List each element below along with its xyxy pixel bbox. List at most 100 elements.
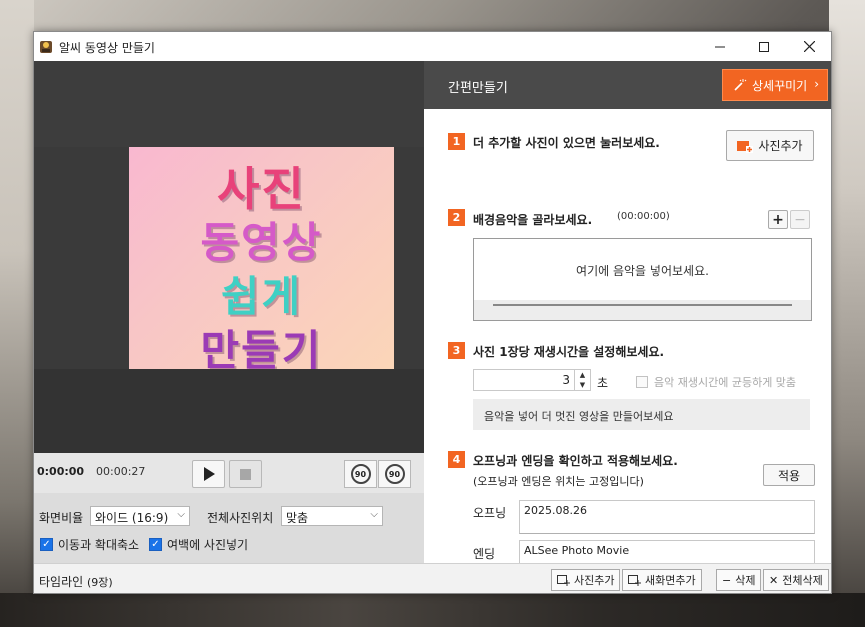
close-icon (803, 41, 815, 52)
photo-position-label: 전체사진위치 (207, 511, 274, 525)
photo-position-select[interactable]: 맞춤 ⌵ (281, 506, 383, 526)
duration-value: 3 (562, 373, 570, 387)
timeline-add-photo-button[interactable]: 사진추가 (551, 569, 621, 591)
new-screen-icon (628, 575, 641, 586)
add-new-screen-button[interactable]: 새화면추가 (622, 569, 702, 591)
spinner-arrows[interactable]: ▲ ▼ (574, 370, 590, 390)
opening-value: 2025.08.26 (524, 504, 587, 517)
delete-all-label: 전체삭제 (782, 574, 823, 587)
minimize-button[interactable] (698, 32, 742, 61)
apply-label: 적용 (777, 468, 801, 483)
app-window: 알씨 동영상 만들기 사진 동영상 쉽게 만들기 0:00:00 00:00:2… (33, 31, 832, 594)
detail-edit-button[interactable]: 상세꾸미기 › (722, 69, 828, 101)
aspect-select[interactable]: 와이드 (16:9) ⌵ (90, 506, 190, 526)
desktop-background-right (829, 0, 865, 627)
step-2-title: 배경음악을 골라보세요. (473, 213, 593, 227)
delete-button[interactable]: − 삭제 (716, 569, 762, 591)
preview-photo: 사진 동영상 쉽게 만들기 (129, 147, 394, 369)
checkmark-icon: ✓ (149, 538, 162, 551)
rotate-right-button[interactable]: 90 (378, 460, 411, 488)
current-time: 0:00:00 (37, 465, 85, 478)
options-bar: 화면비율 와이드 (16:9) ⌵ 전체사진위치 맞춤 ⌵ ✓ 이동과 확대축소… (34, 493, 424, 563)
plus-icon: + (772, 211, 784, 228)
chevron-down-icon: ⌵ (370, 509, 378, 520)
minus-icon: − (722, 573, 732, 587)
sync-music-checkbox[interactable]: 음악 재생시간에 균등하게 맞춤 (636, 374, 796, 390)
app-icon (40, 41, 52, 53)
play-button[interactable] (192, 460, 225, 488)
rotate-right-icon: 90 (384, 464, 405, 484)
remove-music-button[interactable]: − (790, 210, 810, 229)
timeline-bar: 타임라인 (9장) 사진추가 새화면추가 − 삭제 ✕ 전체삭제 (34, 563, 831, 593)
preview-letterbox-top (34, 61, 424, 147)
total-time: 00:00:27 (96, 465, 146, 478)
timeline-count: (9장) (87, 576, 113, 589)
minimize-icon (715, 46, 725, 47)
add-photo-button[interactable]: 사진추가 (726, 130, 814, 161)
apply-button[interactable]: 적용 (763, 464, 815, 486)
step-1-title: 더 추가할 사진이 있으면 눌러보세요. (473, 136, 660, 150)
photo-line-3: 쉽게 (220, 272, 303, 321)
chevron-right-icon: › (814, 77, 819, 91)
timeline-label: 타임라인 (9장) (39, 573, 113, 590)
step-4-subtitle: (오프닝과 엔딩은 위치는 고정입니다) (473, 475, 644, 488)
close-button[interactable] (787, 32, 831, 61)
desktop-background-left (0, 0, 34, 627)
photo-position-value: 맞춤 (286, 511, 309, 525)
settings-title: 간편만들기 (448, 81, 508, 96)
scrollbar-track (493, 304, 792, 306)
timeline-title: 타임라인 (39, 575, 84, 589)
video-preview: 사진 동영상 쉽게 만들기 (34, 61, 424, 453)
timeline-add-photo-label: 사진추가 (574, 574, 615, 587)
move-zoom-label: 이동과 확대축소 (58, 538, 140, 552)
window-title: 알씨 동영상 만들기 (59, 41, 155, 55)
add-photo-label: 사진추가 (758, 139, 803, 153)
stop-button[interactable] (229, 460, 262, 488)
step-4-number: 4 (448, 451, 465, 468)
photo-line-4: 만들기 (200, 326, 323, 369)
checkmark-icon: ✓ (40, 538, 53, 551)
step-1-number: 1 (448, 133, 465, 150)
move-zoom-checkbox[interactable]: ✓ 이동과 확대축소 (40, 536, 139, 553)
step-4-title: 오프닝과 엔딩을 확인하고 적용해보세요. (473, 454, 678, 468)
preview-letterbox-right (394, 147, 424, 369)
ending-value: ALSee Photo Movie (524, 544, 630, 557)
up-arrow-icon[interactable]: ▲ (575, 370, 590, 380)
aspect-label: 화면비율 (39, 511, 84, 525)
chevron-down-icon: ⌵ (177, 509, 185, 520)
title-bar: 알씨 동영상 만들기 (34, 32, 831, 61)
step-2-number: 2 (448, 209, 465, 226)
music-duration: (00:00:00) (617, 211, 670, 222)
step-3-title: 사진 1장당 재생시간을 설정해보세요. (473, 345, 665, 359)
add-photo-icon (737, 140, 754, 153)
sync-music-label: 음악 재생시간에 균등하게 맞춤 (654, 376, 797, 389)
settings-pane: 간편만들기 상세꾸미기 › 1 더 추가할 사진이 있으면 눌러보세요. 사진추… (424, 61, 831, 574)
rotate-left-icon: 90 (350, 464, 371, 484)
preview-letterbox-left (34, 147, 129, 369)
maximize-button[interactable] (742, 32, 786, 61)
close-icon: ✕ (769, 573, 779, 587)
ending-label: 엔딩 (473, 547, 496, 561)
opening-field[interactable]: 2025.08.26 (519, 500, 815, 534)
down-arrow-icon[interactable]: ▼ (575, 380, 590, 390)
seconds-unit: 초 (597, 376, 609, 390)
step-3-number: 3 (448, 342, 465, 359)
delete-label: 삭제 (735, 574, 756, 587)
desktop-background-bottom (0, 593, 865, 627)
music-drop-area[interactable]: 여기에 음악을 넣어보세요. (473, 238, 812, 321)
playback-bar: 0:00:00 00:00:27 90 90 (34, 453, 424, 493)
music-tip: 음악을 넣어 더 멋진 영상을 만들어보세요 (473, 399, 810, 430)
checkbox-box (636, 376, 648, 388)
fill-margin-checkbox[interactable]: ✓ 여백에 사진넣기 (149, 536, 248, 553)
settings-header: 간편만들기 상세꾸미기 › (424, 61, 831, 109)
duration-spinner[interactable]: 3 ▲ ▼ (473, 369, 591, 391)
add-new-screen-label: 새화면추가 (645, 574, 696, 587)
add-music-button[interactable]: + (768, 210, 788, 229)
minus-icon: − (794, 211, 806, 228)
add-photo-icon (557, 575, 570, 586)
rotate-left-button[interactable]: 90 (344, 460, 377, 488)
preview-letterbox-bottom (34, 369, 424, 453)
delete-all-button[interactable]: ✕ 전체삭제 (763, 569, 829, 591)
music-scrollbar[interactable] (474, 300, 811, 320)
opening-label: 오프닝 (473, 506, 507, 520)
